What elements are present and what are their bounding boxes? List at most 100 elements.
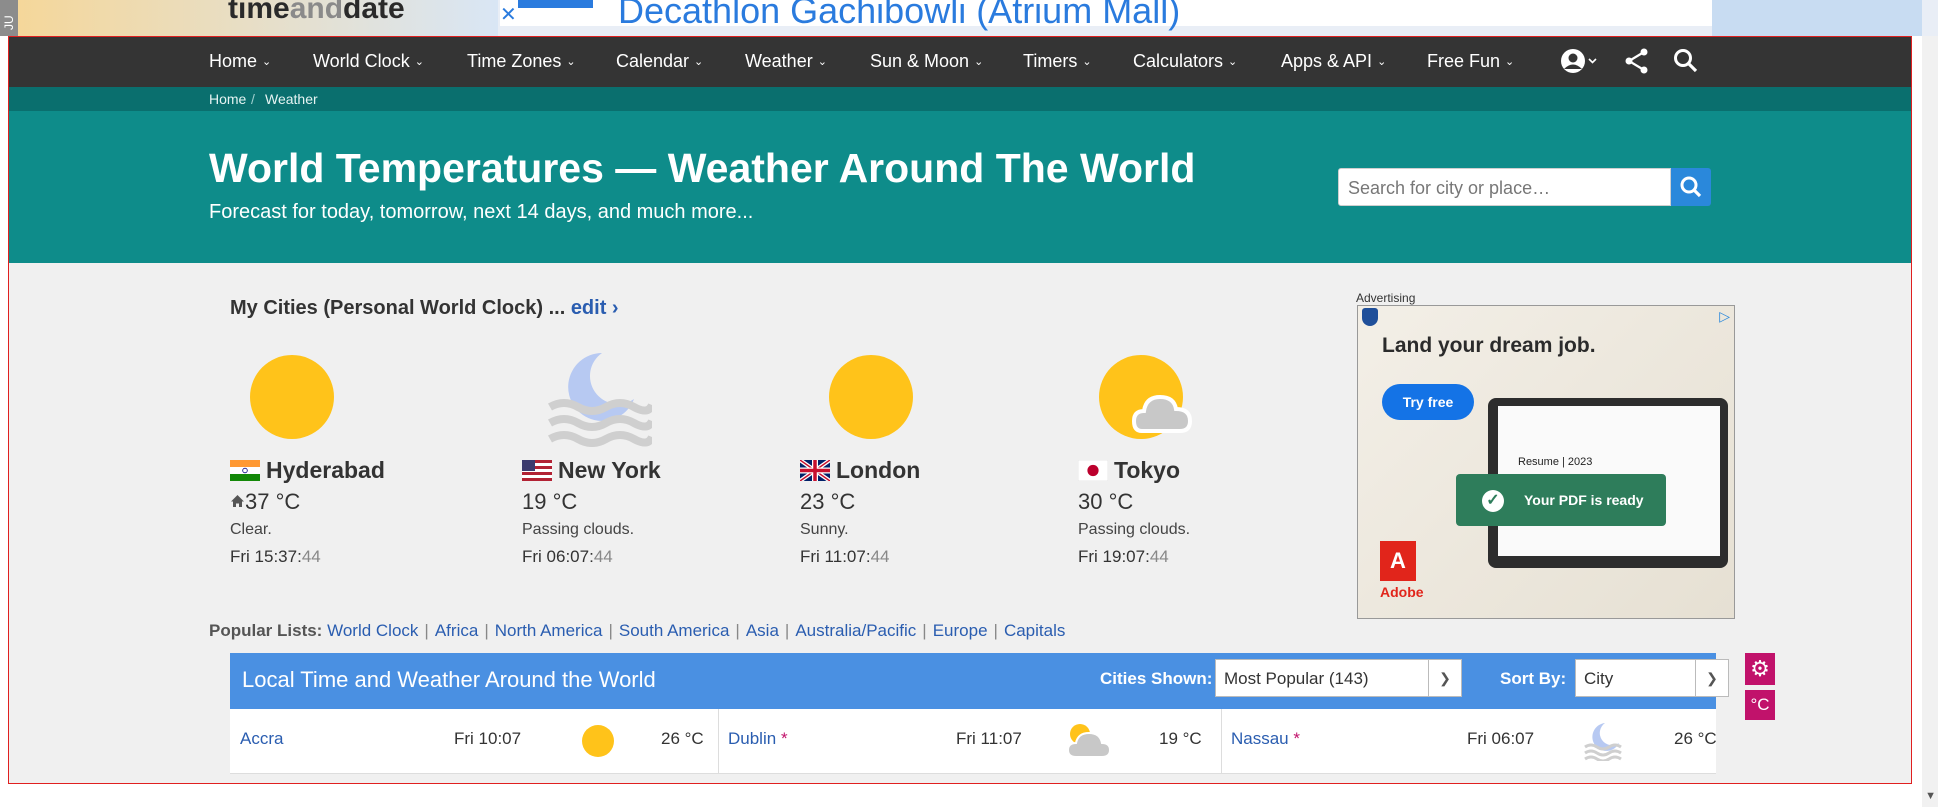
- dst-asterisk: *: [780, 729, 788, 748]
- city-temp: 26 °C: [1674, 729, 1717, 748]
- separator: |: [424, 621, 429, 640]
- celsius-toggle-button[interactable]: °C: [1745, 690, 1775, 720]
- nav-home[interactable]: Home ⌄: [209, 51, 271, 72]
- breadcrumb-weather[interactable]: Weather: [265, 91, 318, 107]
- flag-japan-icon: [1078, 460, 1108, 481]
- moon-fog-icon: [548, 353, 652, 447]
- edit-link[interactable]: edit ›: [571, 297, 619, 319]
- search-input[interactable]: Search for city or place…: [1338, 168, 1671, 206]
- page-title: World Temperatures — Weather Around The …: [209, 145, 1196, 191]
- chevron-down-icon: ⌄: [817, 56, 827, 68]
- advertising-label: Advertising: [1356, 291, 1416, 305]
- home-icon: [231, 495, 244, 507]
- nav-calendar[interactable]: Calendar ⌄: [616, 51, 703, 72]
- popular-link-world-clock[interactable]: World Clock: [327, 621, 418, 640]
- adobe-logo-icon: A: [1380, 541, 1416, 581]
- chevron-down-icon: ⌄: [1228, 56, 1238, 68]
- page-subtitle: Forecast for today, tomorrow, next 14 da…: [209, 201, 754, 223]
- ad-close-icon[interactable]: ✕: [500, 2, 517, 27]
- city-name-text: Tokyo: [1114, 457, 1181, 483]
- ad-try-free-button[interactable]: Try free: [1382, 384, 1474, 420]
- separator: |: [993, 621, 998, 640]
- city-time-seconds: 44: [1149, 547, 1169, 566]
- nav-free-fun[interactable]: Free Fun ⌄: [1427, 51, 1514, 72]
- scrollbar[interactable]: ▼: [1922, 36, 1938, 807]
- city-time: Fri 15:37:44: [230, 547, 321, 567]
- city-temp: 23 °C: [800, 489, 856, 514]
- nav-time-zones[interactable]: Time Zones ⌄: [467, 51, 576, 72]
- settings-gear-button[interactable]: ⚙: [1745, 653, 1775, 685]
- breadcrumb-home[interactable]: Home: [209, 91, 246, 107]
- chevron-down-icon: ❯: [1428, 660, 1461, 696]
- nav-world-clock-label: World Clock: [313, 51, 410, 71]
- nav-weather[interactable]: Weather ⌄: [745, 51, 827, 72]
- my-cities-heading: My Cities (Personal World Clock) ... edi…: [230, 297, 619, 320]
- city-name-text: London: [836, 457, 921, 483]
- city-time: Fri 19:07:44: [1078, 547, 1169, 567]
- chevron-down-icon: ⌄: [1505, 56, 1515, 68]
- separator: |: [608, 621, 613, 640]
- nav-apps-api[interactable]: Apps & API ⌄: [1281, 51, 1386, 72]
- table-cell-dublin: Dublin * Fri 11:07 19 °C: [718, 709, 1222, 773]
- ad-box[interactable]: ▷ Land your dream job. Try free Resume |…: [1357, 305, 1735, 619]
- popular-link-south-america[interactable]: South America: [619, 621, 730, 640]
- nav-calculators-label: Calculators: [1133, 51, 1224, 71]
- popular-link-australia-pacific[interactable]: Australia/Pacific: [795, 621, 916, 640]
- city-name-text: New York: [558, 457, 661, 483]
- sun-icon: [829, 355, 913, 439]
- city-time-text: Fri 19:07:: [1078, 547, 1150, 566]
- chevron-down-icon: ⌄: [1377, 56, 1387, 68]
- top-ad-text[interactable]: Decathlon Gachibowli (Atrium Mall): [618, 0, 1180, 32]
- city-temp: 37 °C: [230, 489, 300, 515]
- city-link-text: Nassau: [1231, 729, 1289, 748]
- popular-link-africa[interactable]: Africa: [435, 621, 478, 640]
- city-link[interactable]: Nassau *: [1231, 729, 1300, 749]
- sort-by-value: City: [1584, 669, 1614, 688]
- sun-icon: [250, 355, 334, 439]
- search-icon[interactable]: [1672, 47, 1700, 82]
- table-cell-nassau: Nassau * Fri 06:07 26 °C: [1221, 709, 1717, 773]
- city-local-time: Fri 06:07: [1467, 729, 1535, 748]
- city-link[interactable]: Accra: [240, 729, 283, 749]
- popular-lists: Popular Lists: World Clock | Africa | North …: [209, 621, 1065, 641]
- sort-by-label: Sort By:: [1500, 669, 1567, 688]
- sort-by-select[interactable]: City ❯: [1575, 659, 1729, 697]
- chevron-down-icon: ⌄: [262, 56, 272, 68]
- nav-calendar-label: Calendar: [616, 51, 690, 71]
- chevron-down-icon: ⌄: [1082, 56, 1092, 68]
- city-temp: 19 °C: [522, 489, 578, 514]
- separator: |: [784, 621, 790, 640]
- nav-calculators[interactable]: Calculators ⌄: [1133, 51, 1237, 72]
- city-name-text: Hyderabad: [266, 457, 385, 483]
- city-time: Fri 06:07:44: [522, 547, 613, 567]
- flag-uk-icon: [800, 460, 830, 481]
- timeanddate-logo[interactable]: timeanddate: [228, 0, 405, 26]
- city-link[interactable]: Dublin *: [728, 729, 788, 749]
- popular-link-north-america[interactable]: North America: [495, 621, 603, 640]
- right-strip: [1712, 0, 1922, 36]
- city-name: New York: [522, 457, 661, 484]
- side-tab[interactable]: JU: [0, 0, 18, 36]
- table-cell-accra: Accra Fri 10:07 26 °C: [230, 709, 719, 773]
- nav-apps-api-label: Apps & API: [1281, 51, 1373, 71]
- city-desc: Passing clouds.: [522, 521, 635, 538]
- city-desc: Passing clouds.: [1078, 521, 1191, 538]
- nav-sun-moon[interactable]: Sun & Moon ⌄: [870, 51, 983, 72]
- ad-info-icon[interactable]: ▷: [1719, 308, 1730, 325]
- scroll-down-icon[interactable]: ▼: [1925, 790, 1936, 802]
- cities-shown-select[interactable]: Most Popular (143) ❯: [1215, 659, 1462, 697]
- share-icon[interactable]: [1623, 47, 1651, 82]
- search-button[interactable]: [1671, 168, 1711, 206]
- popular-link-capitals[interactable]: Capitals: [1004, 621, 1065, 640]
- city-time-seconds: 44: [593, 547, 613, 566]
- nav-world-clock[interactable]: World Clock ⌄: [313, 51, 424, 72]
- popular-link-europe[interactable]: Europe: [933, 621, 988, 640]
- account-icon[interactable]: [1559, 47, 1599, 82]
- city-desc: Clear.: [230, 521, 272, 538]
- city-temp: 26 °C: [661, 729, 704, 748]
- nav-timers[interactable]: Timers ⌄: [1023, 51, 1092, 72]
- city-link-text: Dublin: [728, 729, 777, 748]
- check-icon: ✓: [1482, 490, 1504, 512]
- popular-link-asia[interactable]: Asia: [746, 621, 779, 640]
- nav-timers-label: Timers: [1023, 51, 1078, 71]
